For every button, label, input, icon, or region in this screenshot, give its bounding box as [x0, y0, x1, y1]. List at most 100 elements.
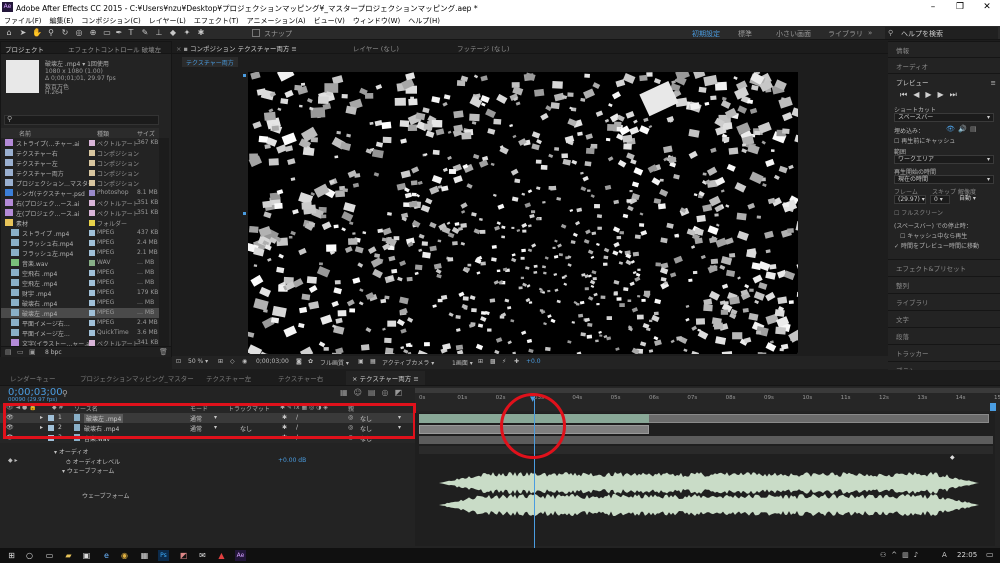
search-help-field[interactable]: ヘルプを検索	[885, 27, 998, 39]
menu-item-7[interactable]: ウィンドウ(W)	[349, 14, 404, 26]
tab-texture-right[interactable]: テクスチャー右	[278, 373, 323, 383]
work-area-end[interactable]	[990, 403, 996, 411]
keyframe-nav-icon[interactable]: ◆ ▸	[8, 457, 18, 464]
people-icon[interactable]: ⚇	[880, 551, 891, 559]
project-item[interactable]: フラッシュ右.mp4 MPEG 2.4 MB	[1, 238, 159, 248]
menu-item-3[interactable]: レイヤー(L)	[145, 14, 190, 26]
draft-3d-icon[interactable]: ▦	[340, 388, 354, 397]
panel-header[interactable]: ライブラリ	[888, 293, 1000, 307]
label-color[interactable]	[89, 170, 95, 176]
chrome-icon[interactable]: ◉	[119, 550, 130, 561]
project-item[interactable]: 素材 フォルダー	[1, 218, 159, 228]
hand-tool-icon[interactable]: ✋	[32, 28, 42, 38]
rectangle-tool-icon[interactable]: ▭	[102, 28, 112, 38]
tab-render-queue[interactable]: レンダーキュー	[10, 373, 56, 383]
panel-header[interactable]: 段落	[888, 327, 1000, 341]
workspace-small-screen[interactable]: 小さい画面	[776, 29, 811, 39]
project-item[interactable]: ストライプ .mp4 MPEG 437 KB	[1, 228, 159, 238]
label-color[interactable]	[89, 150, 95, 156]
project-item[interactable]: 右(プロジェク…ース.ai ベクトルアート 351 KB	[1, 198, 159, 208]
pen-tool-icon[interactable]: ✒	[114, 28, 124, 38]
bit-depth[interactable]: 8 bpc	[45, 349, 62, 356]
3d-icon[interactable]: ▩	[490, 358, 496, 365]
project-item[interactable]: プロジェクション…マスター コンポジション	[1, 178, 159, 188]
acrobat-icon[interactable]: ▲	[216, 550, 227, 561]
shy-icon[interactable]: ☺	[354, 388, 368, 397]
tab-project[interactable]: プロジェクト	[5, 46, 44, 54]
label-color[interactable]	[89, 280, 95, 286]
maximize-icon[interactable]: ❐	[947, 1, 973, 13]
clone-tool-icon[interactable]: ⊥	[154, 28, 164, 38]
next-frame-icon[interactable]: ▶	[938, 90, 950, 99]
menu-item-8[interactable]: ヘルプ(H)	[404, 14, 444, 26]
last-frame-icon[interactable]: ⏭	[950, 90, 963, 99]
first-frame-icon[interactable]: ⏮	[900, 90, 913, 99]
project-item[interactable]: テクスチャー両方 コンポジション	[1, 168, 159, 178]
brush-tool-icon[interactable]: ✎	[140, 28, 150, 38]
pan-behind-tool-icon[interactable]: ⊕	[88, 28, 98, 38]
workspace-libraries[interactable]: ライブラリ	[828, 29, 863, 39]
views-dropdown[interactable]: 1画面 ▾	[452, 358, 473, 367]
trash-icon[interactable]: 🗑	[159, 348, 168, 356]
include-audio-icon[interactable]: 🔊	[958, 125, 967, 133]
network-icon[interactable]: ▥	[902, 551, 914, 559]
mask-icon[interactable]: ◇	[230, 358, 235, 365]
quality-dropdown[interactable]: フル画質 ▾	[320, 358, 349, 367]
after-effects-taskbar-icon[interactable]: Ae	[235, 550, 246, 561]
label-color[interactable]	[89, 270, 95, 276]
shortcut-dropdown[interactable]: スペースバー ▾	[894, 113, 994, 122]
stop-move-checkbox[interactable]: ✓ 時間をプレビュー時間に移動	[894, 241, 979, 250]
tab-texture-both[interactable]: × テクスチャー両方 ≡	[346, 371, 425, 385]
panel-header[interactable]: 整列	[888, 276, 1000, 290]
fast-preview-icon[interactable]: ⚡	[502, 358, 506, 365]
camera-dropdown[interactable]: アクティブカメラ ▾	[382, 358, 434, 367]
audio-group[interactable]: ▾ オーディオ	[54, 447, 89, 456]
label-color[interactable]	[89, 320, 95, 326]
waveform-group[interactable]: ▾ ウェーブフォーム	[62, 466, 114, 475]
project-item[interactable]: テクスチャー左 コンポジション	[1, 158, 159, 168]
stop-cache-checkbox[interactable]: ☐ キャッシュ中なら再生	[900, 231, 967, 240]
new-folder-icon[interactable]: ▭	[17, 348, 24, 356]
snap-checkbox[interactable]	[252, 29, 260, 37]
tab-effect-controls[interactable]: エフェクトコントロール 破壊左	[68, 46, 161, 54]
windows-start-icon[interactable]: ⊞	[6, 550, 17, 561]
action-center-icon[interactable]: ▭	[986, 550, 994, 559]
ime-indicator[interactable]: A	[942, 551, 947, 559]
label-color[interactable]	[89, 180, 95, 186]
label-color[interactable]	[89, 310, 95, 316]
type-tool-icon[interactable]: T	[126, 28, 136, 38]
audio-level-value[interactable]: +0.00 dB	[278, 457, 306, 464]
zoom-tool-icon[interactable]: ⚲	[46, 28, 56, 38]
project-item[interactable]: 破壊左 .mp4 MPEG … MB	[1, 308, 159, 318]
resolution-dropdown[interactable]: 自動 ▾	[956, 195, 994, 204]
tab-texture-left[interactable]: テクスチャー左	[206, 373, 251, 383]
project-search-input[interactable]	[4, 115, 159, 125]
magnify-icon[interactable]: ⊡	[176, 358, 181, 365]
flowchart-icon[interactable]: ⊞	[478, 358, 483, 365]
chevron-up-icon[interactable]: ^	[891, 551, 902, 559]
preview-panel-header[interactable]: プレビュー ≡	[888, 73, 1000, 87]
close-icon[interactable]: ×	[176, 45, 181, 53]
label-color[interactable]	[89, 220, 95, 226]
new-comp-icon[interactable]: ▣	[29, 348, 36, 356]
volume-icon[interactable]: ♪	[914, 551, 923, 559]
menu-item-6[interactable]: ビュー(V)	[310, 14, 349, 26]
project-scrollbar[interactable]	[159, 138, 169, 348]
project-item[interactable]: レンガ(テクスチャー.psd Photoshop 8.1 MB	[1, 188, 159, 198]
project-item[interactable]: 平面イメージ右… MPEG 2.4 MB	[1, 318, 159, 328]
project-item[interactable]: 空飛左 .mp4 MPEG … MB	[1, 278, 159, 288]
eraser-tool-icon[interactable]: ◆	[168, 28, 178, 38]
project-item[interactable]: 音楽.wav WAV … MB	[1, 258, 159, 268]
tab-composition[interactable]: コンポジション テクスチャー両方 ≡	[190, 45, 297, 53]
camera-tool-icon[interactable]: ◎	[74, 28, 84, 38]
fps-dropdown[interactable]: (29.97) ▾	[894, 195, 926, 204]
include-video-icon[interactable]: 👁	[946, 125, 955, 133]
minimize-icon[interactable]: –	[920, 1, 946, 13]
grid-icon[interactable]: ⊞	[218, 358, 223, 365]
label-color[interactable]	[89, 300, 95, 306]
fullscreen-checkbox[interactable]: ☐ フルスクリーン	[894, 208, 943, 217]
search-icon[interactable]: ⚲	[62, 389, 68, 398]
label-color[interactable]	[89, 240, 95, 246]
workspace-menu-icon[interactable]: »	[868, 29, 872, 37]
start-dropdown[interactable]: 現在の時間 ▾	[894, 175, 994, 184]
